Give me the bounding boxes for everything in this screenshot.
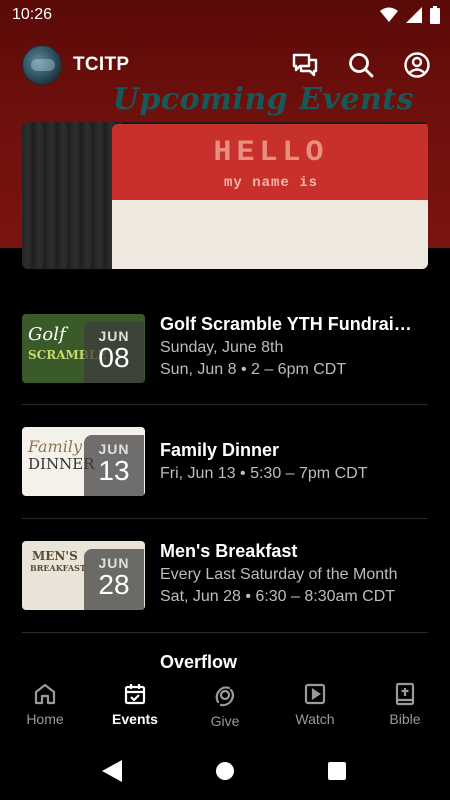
event-thumbnail: Family DINNER JUN 13 (22, 427, 145, 496)
chat-button[interactable] (290, 50, 320, 80)
back-icon[interactable] (102, 760, 122, 782)
status-time: 10:26 (12, 6, 53, 23)
nav-label: Events (112, 711, 158, 727)
event-text: Golf Scramble YTH Fundrai… Sunday, June … (160, 314, 430, 379)
divider (22, 404, 428, 405)
nav-label: Give (210, 713, 240, 729)
nav-label: Bible (389, 711, 421, 727)
event-title: Golf Scramble YTH Fundrai… (160, 314, 412, 334)
event-title: Men's Breakfast (160, 541, 298, 561)
banner-name-area (112, 200, 428, 269)
status-icons (380, 6, 440, 24)
profile-button[interactable] (402, 50, 432, 80)
wifi-icon (380, 7, 398, 22)
event-date-badge: JUN 28 (84, 549, 144, 610)
give-icon (215, 686, 235, 707)
event-day: 08 (98, 342, 130, 373)
thumbnail-art-text: Golf (28, 324, 66, 345)
divider (22, 632, 428, 633)
thumbnail-art-text-2: BREAKFAST (30, 563, 86, 573)
event-title: Family Dinner (160, 440, 280, 460)
home-icon (34, 683, 56, 705)
account-icon (404, 52, 430, 78)
bottom-navigation: Home Events Give Watch Bible (0, 672, 450, 744)
recents-icon[interactable] (328, 762, 346, 780)
app-actions (290, 50, 432, 80)
event-day: 13 (98, 455, 130, 486)
bible-icon (395, 682, 415, 706)
event-item-mens-breakfast[interactable]: MEN'S BREAKFAST JUN 28 Men's Breakfast E… (0, 534, 450, 648)
event-item-family-dinner[interactable]: Family DINNER JUN 13 Family Dinner Fri, … (0, 420, 450, 534)
event-text: Family Dinner Fri, Jun 13 • 5:30 – 7pm C… (160, 440, 430, 483)
thumbnail-art-text: Family (28, 437, 82, 456)
system-navigation-bar (0, 744, 450, 800)
banner-hello: HELLO (213, 136, 329, 170)
event-text: Men's Breakfast Every Last Saturday of t… (160, 541, 430, 606)
calendar-icon (124, 684, 146, 705)
upcoming-events-banner[interactable]: HELLO my name is (22, 122, 428, 269)
home-button-icon[interactable] (216, 762, 234, 780)
event-subtitle: Every Last Saturday of the Month (160, 566, 398, 583)
banner-caption: Upcoming Events (112, 82, 414, 117)
nav-label: Home (26, 711, 64, 727)
status-bar: 10:26 (0, 0, 450, 30)
event-item-overflow[interactable]: Overflow (160, 652, 237, 673)
play-icon (304, 683, 326, 705)
nav-label: Watch (295, 711, 335, 727)
nav-item-bible[interactable]: Bible (360, 672, 450, 744)
search-icon (349, 53, 374, 78)
event-subtitle: Sunday, June 8th (160, 339, 284, 356)
nav-item-watch[interactable]: Watch (270, 672, 360, 744)
event-time: Sat, Jun 28 • 6:30 – 8:30am CDT (160, 588, 396, 605)
event-date-badge: JUN 13 (84, 435, 144, 496)
event-day: 28 (98, 569, 130, 600)
nav-item-events[interactable]: Events (90, 672, 180, 744)
event-date-badge: JUN 08 (84, 322, 144, 383)
banner-curtain (22, 122, 122, 269)
nav-item-give[interactable]: Give (180, 672, 270, 744)
signal-icon (406, 7, 422, 23)
thumbnail-art-text: MEN'S (32, 549, 78, 563)
event-time: Sun, Jun 8 • 2 – 6pm CDT (160, 361, 347, 378)
battery-icon (430, 6, 440, 24)
chat-icon (292, 53, 318, 77)
nav-item-home[interactable]: Home (0, 672, 90, 744)
app-title: TCITP (73, 54, 130, 75)
search-button[interactable] (346, 50, 376, 80)
event-time: Fri, Jun 13 • 5:30 – 7pm CDT (160, 465, 368, 482)
church-logo[interactable] (22, 45, 62, 85)
event-item-golf-scramble[interactable]: Golf SCRAMBLE JUN 08 Golf Scramble YTH F… (0, 306, 450, 420)
banner-my-name-is: my name is (223, 175, 318, 191)
divider (22, 518, 428, 519)
event-thumbnail: Golf SCRAMBLE JUN 08 (22, 314, 145, 383)
event-thumbnail: MEN'S BREAKFAST JUN 28 (22, 541, 145, 610)
